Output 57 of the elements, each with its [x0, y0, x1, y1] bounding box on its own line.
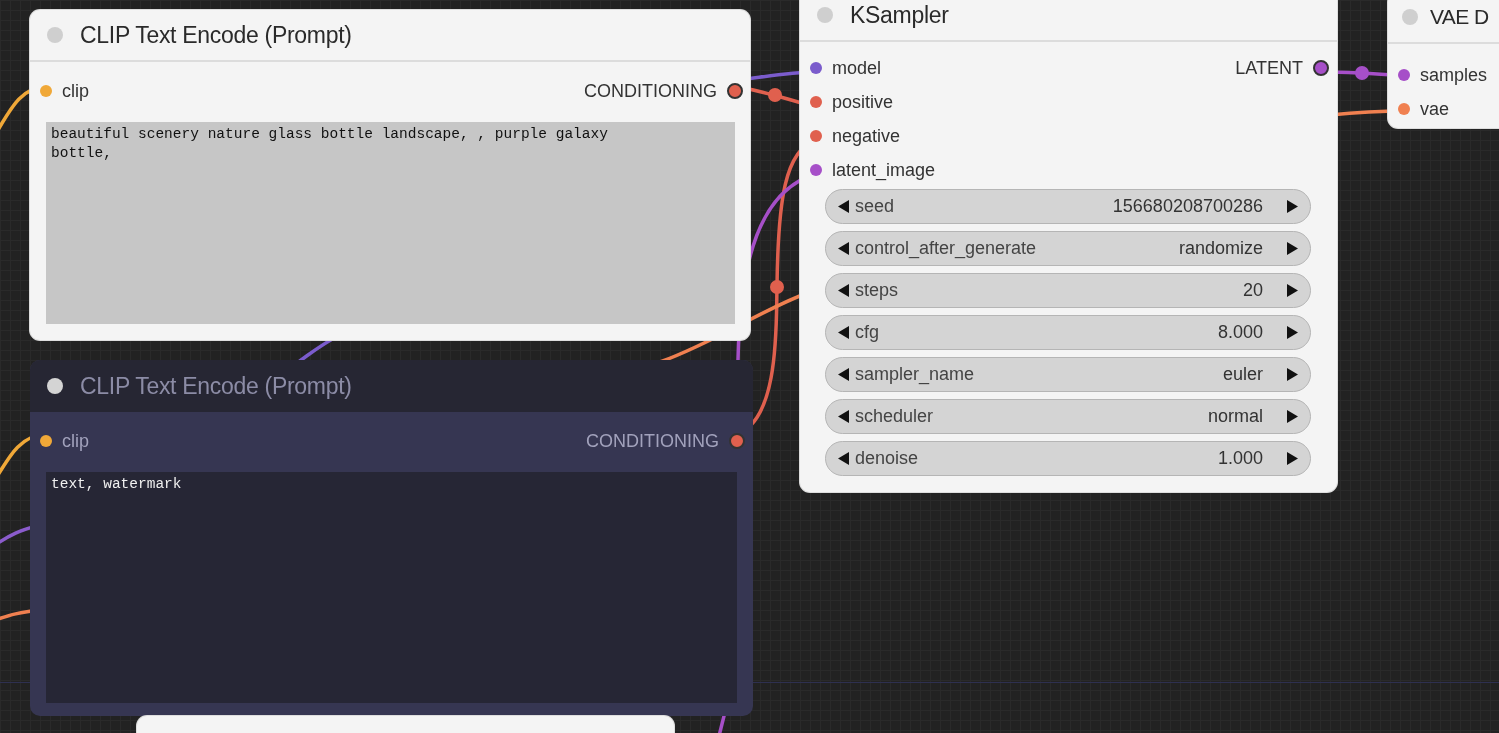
input-label: model: [832, 57, 882, 79]
left-arrow-icon[interactable]: [838, 242, 849, 255]
left-arrow-icon[interactable]: [838, 368, 849, 381]
node-panel[interactable]: CLIP Text Encode (Prompt) clip CONDITIONING text, watermark: [30, 360, 753, 716]
input-label: clip: [62, 80, 89, 102]
widget-field[interactable]: seed 156680208700286: [825, 189, 1311, 224]
left-arrow-icon[interactable]: [838, 284, 849, 297]
widget-field[interactable]: sampler_name euler: [825, 357, 1311, 392]
widget-field[interactable]: cfg 8.000: [825, 315, 1311, 350]
left-arrow-icon[interactable]: [838, 410, 849, 423]
right-arrow-icon[interactable]: [1287, 284, 1298, 297]
input-slot-dot[interactable]: [810, 62, 822, 74]
node-panel[interactable]: VAE D samples vae: [1388, 0, 1499, 128]
left-arrow-icon[interactable]: [838, 200, 849, 213]
input-label: samples: [1420, 64, 1488, 86]
input-slot-dot[interactable]: [40, 85, 52, 97]
right-arrow-icon[interactable]: [1287, 242, 1298, 255]
input-slot-dot[interactable]: [40, 435, 52, 447]
output-slot-dot[interactable]: [727, 83, 743, 99]
output-label: CONDITIONING: [586, 430, 719, 452]
widget-field[interactable]: denoise 1.000: [825, 441, 1311, 476]
node-title: KSampler: [850, 1, 949, 29]
output-label: LATENT: [1235, 57, 1303, 79]
prompt-text-field[interactable]: beautiful scenery nature glass bottle landscape, , purple galaxy bottle,: [46, 122, 735, 324]
node-title: VAE D: [1430, 5, 1489, 29]
collapse-dot-icon[interactable]: [47, 378, 63, 394]
prompt-text-field[interactable]: text, watermark: [46, 472, 737, 703]
output-slot-dot[interactable]: [1313, 60, 1329, 76]
collapse-dot-icon[interactable]: [1402, 9, 1418, 25]
collapse-dot-icon[interactable]: [817, 7, 833, 23]
input-slot-dot[interactable]: [810, 130, 822, 142]
input-slot-dot[interactable]: [1398, 103, 1410, 115]
input-slot-dot[interactable]: [810, 96, 822, 108]
output-slot-dot[interactable]: [729, 433, 745, 449]
widget-field[interactable]: control_after_generate randomize: [825, 231, 1311, 266]
right-arrow-icon[interactable]: [1287, 410, 1298, 423]
node-panel[interactable]: CLIP Text Encode (Prompt) clip CONDITIONING beautiful scenery nature glass bottle landscape, , purple galaxy bottle,: [30, 10, 750, 340]
widget-field[interactable]: steps 20: [825, 273, 1311, 308]
input-label: vae: [1420, 98, 1450, 120]
widget-field[interactable]: scheduler normal: [825, 399, 1311, 434]
input-label: positive: [832, 91, 894, 113]
left-arrow-icon[interactable]: [838, 326, 849, 339]
collapse-dot-icon[interactable]: [47, 27, 63, 43]
input-label: negative: [832, 125, 901, 147]
output-label: CONDITIONING: [584, 80, 717, 102]
right-arrow-icon[interactable]: [1287, 452, 1298, 465]
node-title: CLIP Text Encode (Prompt): [80, 372, 352, 400]
input-label: clip: [62, 430, 89, 452]
node-panel[interactable]: KSampler model positive negative latent_image LATENT seed 156680208700286 control_after_generate randomize steps 20 cfg 8.000 sampler_name euler scheduler normal denoise 1.000: [800, 0, 1337, 492]
right-arrow-icon[interactable]: [1287, 200, 1298, 213]
node-title: CLIP Text Encode (Prompt): [80, 21, 352, 49]
left-arrow-icon[interactable]: [838, 452, 849, 465]
right-arrow-icon[interactable]: [1287, 368, 1298, 381]
right-arrow-icon[interactable]: [1287, 326, 1298, 339]
input-slot-dot[interactable]: [810, 164, 822, 176]
input-label: latent_image: [832, 159, 936, 181]
input-slot-dot[interactable]: [1398, 69, 1410, 81]
